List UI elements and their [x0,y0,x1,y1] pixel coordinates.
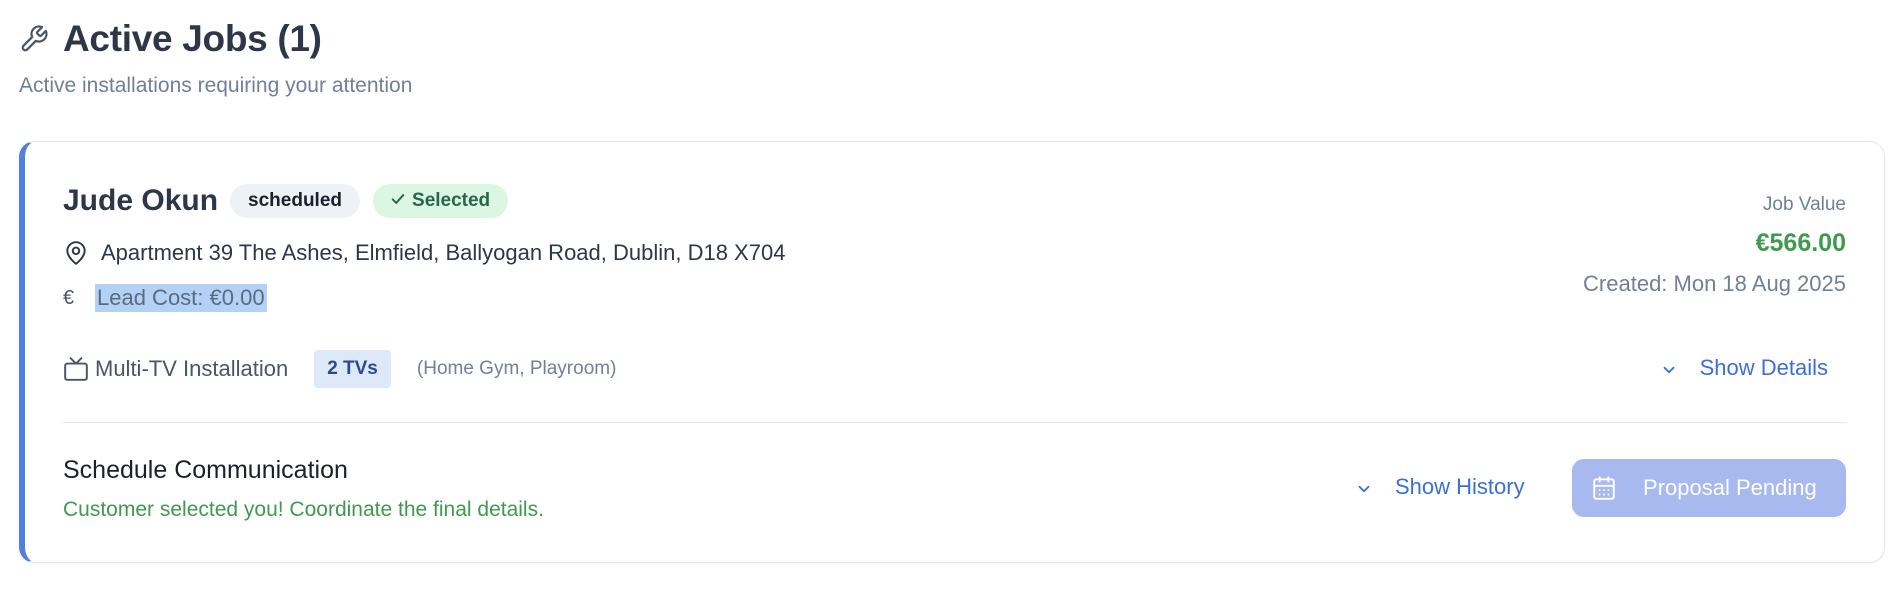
calendar-icon [1591,475,1617,501]
service-type: Multi-TV Installation [95,356,289,381]
created-date: Created: Mon 18 Aug 2025 [1583,271,1846,296]
euro-icon: € [63,286,75,309]
show-history-label: Show History [1395,474,1525,499]
tv-count-badge: 2 TVs [314,350,391,388]
job-value-amount: €566.00 [1755,229,1846,257]
wrench-icon [19,24,49,54]
chevron-down-icon [1355,478,1373,496]
selected-badge-label: Selected [412,190,491,211]
lead-cost-text: Lead Cost: €0.00 [95,284,267,312]
show-history-button[interactable]: Show History [1355,474,1525,500]
customer-name: Jude Okun [63,184,219,217]
divider [63,422,1847,423]
job-value-block: Job Value €566.00 Created: Mon 18 Aug 20… [1583,194,1846,297]
show-details-label: Show Details [1699,355,1828,380]
rooms-list: (Home Gym, Playroom) [416,358,617,379]
proposal-pending-label: Proposal Pending [1643,475,1817,500]
chevron-down-icon [1660,359,1678,377]
status-badge: scheduled [230,184,361,218]
tv-icon [63,356,89,382]
page-header: Active Jobs (1) [19,18,322,60]
address-row: Apartment 39 The Ashes, Elmfield, Ballyo… [63,240,785,266]
check-icon [391,190,405,212]
job-value-label: Job Value [1762,194,1846,215]
page-title: Active Jobs (1) [63,18,322,59]
schedule-title: Schedule Communication [63,456,348,484]
address-text: Apartment 39 The Ashes, Elmfield, Ballyo… [101,240,786,265]
proposal-pending-button[interactable]: Proposal Pending [1572,459,1846,517]
lead-cost-row: € Lead Cost: €0.00 [63,284,267,312]
customer-row: Jude Okun scheduled Selected [63,184,509,218]
schedule-message: Customer selected you! Coordinate the fi… [63,498,544,521]
show-details-button[interactable]: Show Details [1660,355,1828,381]
selected-badge: Selected [373,184,509,218]
service-row: Multi-TV Installation 2 TVs (Home Gym, P… [63,350,616,388]
map-pin-icon [63,240,89,266]
page: Active Jobs (1) Active installations req… [0,0,1898,602]
page-subtitle: Active installations requiring your atte… [19,74,413,97]
